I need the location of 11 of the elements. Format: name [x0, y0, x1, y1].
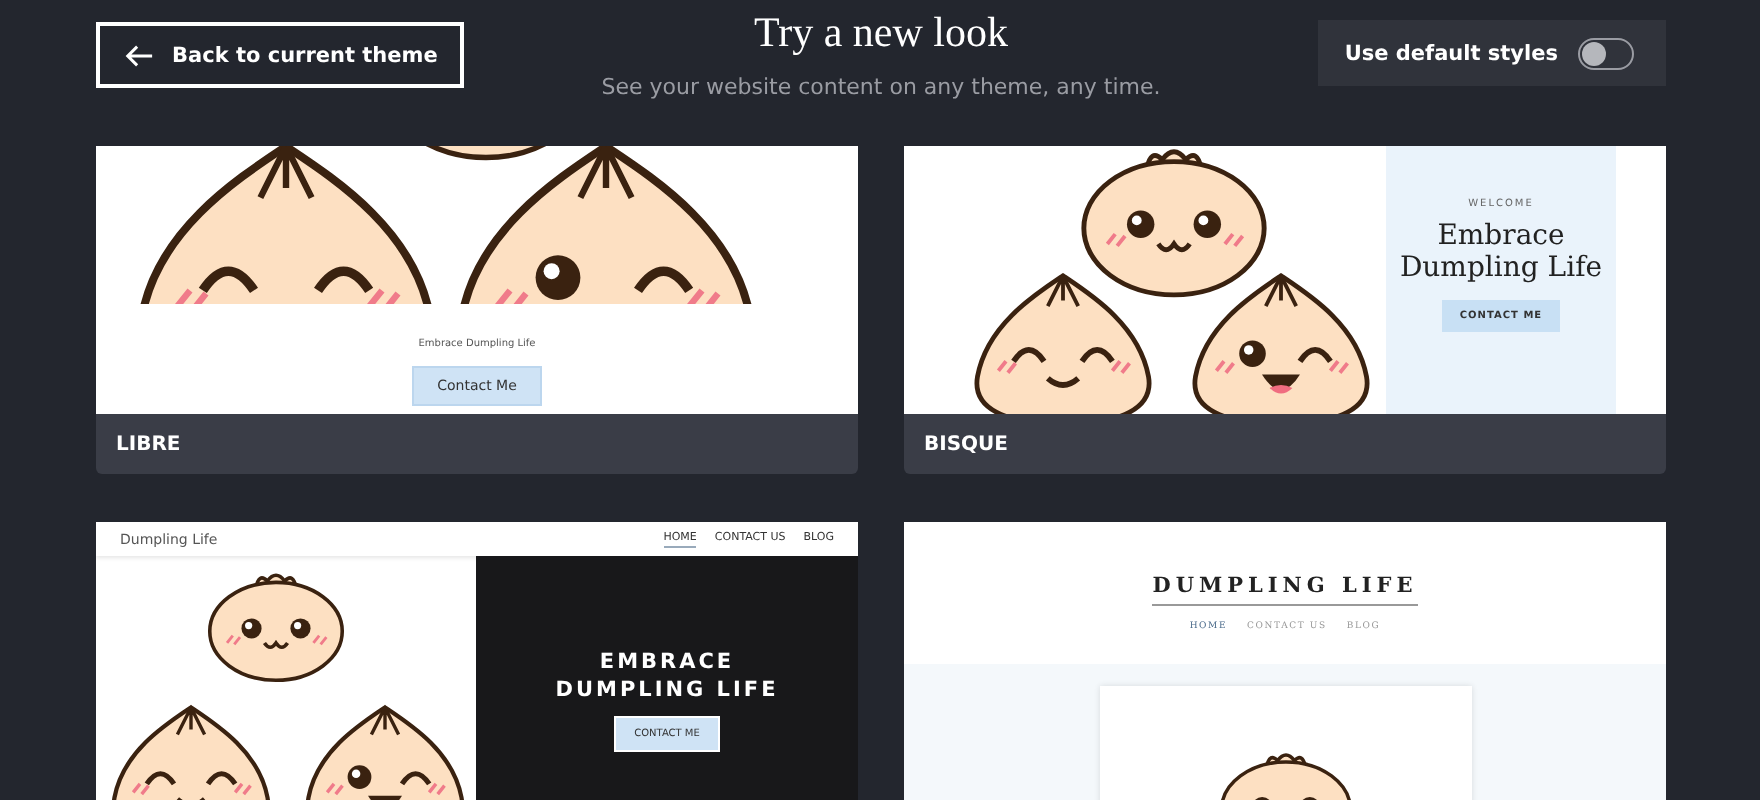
theme-name: LIBRE [96, 414, 858, 474]
hero-heading: Embrace Dumpling Life [1397, 220, 1605, 284]
page-title: Try a new look [752, 8, 1010, 56]
site-logo: DUMPLING LIFE [1152, 574, 1418, 606]
theme-name: BISQUE [904, 414, 1666, 474]
default-styles-toggle[interactable] [1578, 37, 1634, 69]
toggle-label: Use default styles [1344, 41, 1558, 65]
page-subtitle: See your website content on any theme, any time. [601, 74, 1161, 100]
back-button[interactable]: Back to current theme [96, 22, 464, 88]
hero-heading: EMBRACE DUMPLING LIFE [553, 648, 781, 704]
arrow-left-icon [124, 43, 154, 67]
